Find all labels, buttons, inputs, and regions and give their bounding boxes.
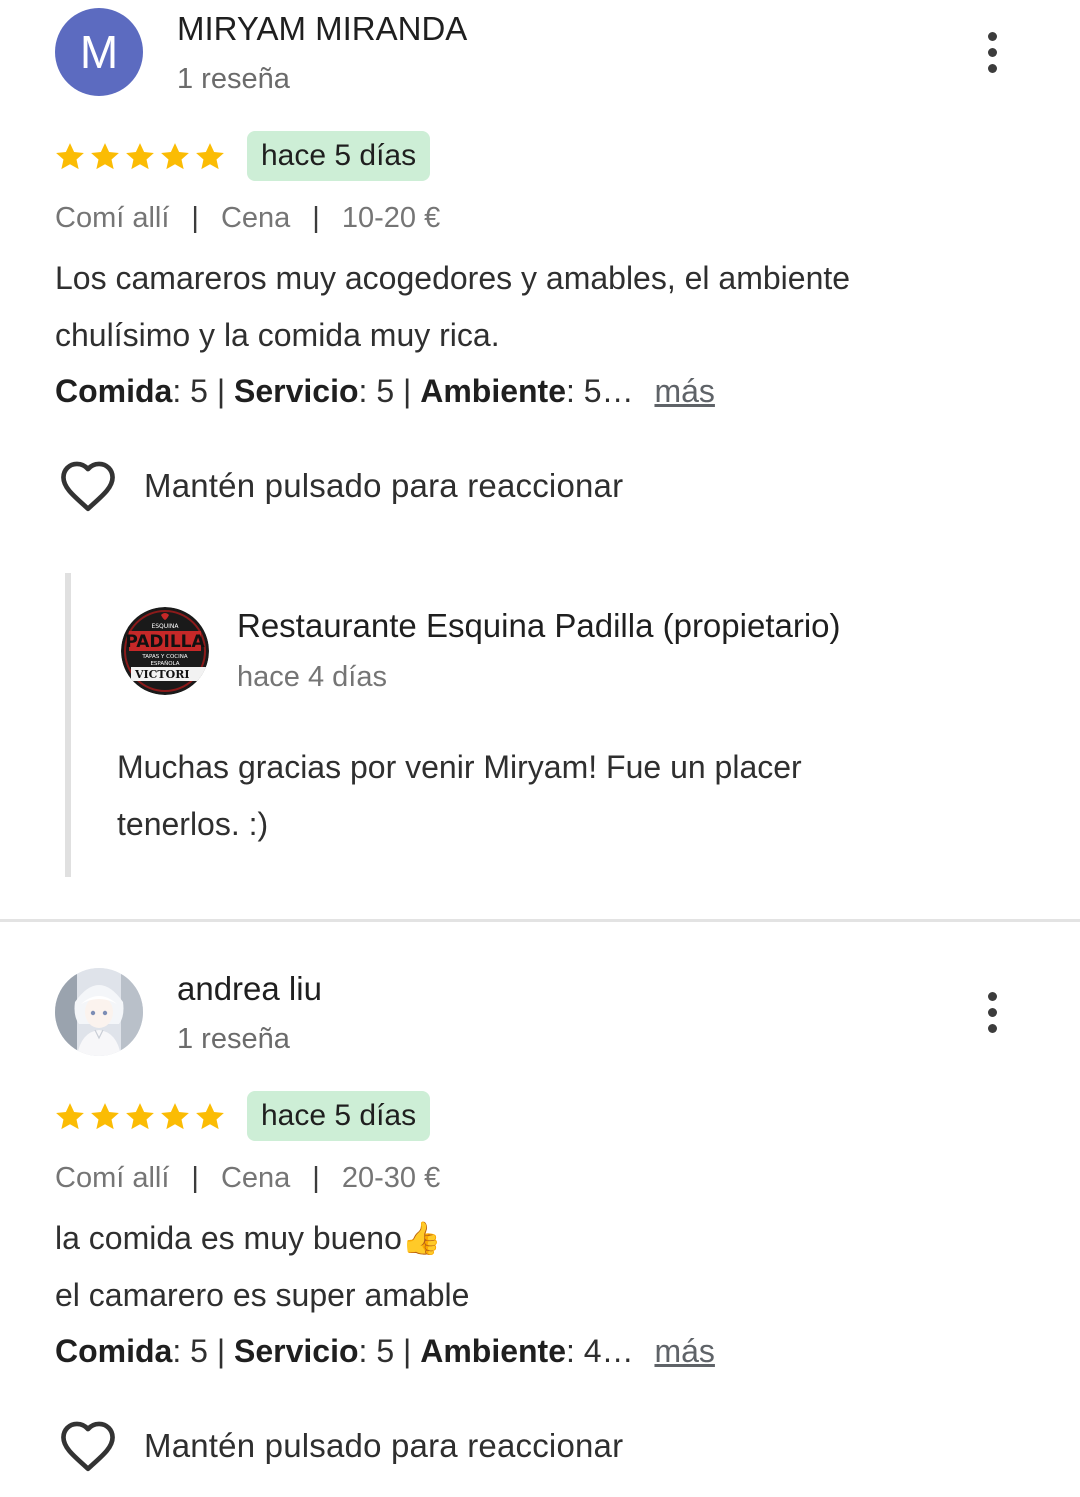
ambience-value: 5… bbox=[583, 373, 634, 409]
more-vert-icon bbox=[987, 31, 997, 41]
restaurant-logo-image: ESQUINA PADILLA TAPAS Y COCINA ESPAÑOLA … bbox=[121, 607, 209, 695]
star-rating bbox=[53, 137, 227, 177]
more-vert-icon bbox=[987, 991, 997, 1001]
ambience-label: Ambiente bbox=[420, 373, 566, 409]
food-value: 5 bbox=[190, 1333, 208, 1369]
svg-text:ESPAÑOLA: ESPAÑOLA bbox=[150, 660, 179, 667]
price-range: 10-20 € bbox=[341, 202, 441, 234]
heart-icon bbox=[61, 1421, 115, 1472]
review-text-line: el camarero es super amable bbox=[55, 1277, 470, 1313]
review-divider bbox=[0, 919, 1080, 922]
star-icon bbox=[196, 143, 224, 170]
service-label: Servicio bbox=[234, 1333, 359, 1369]
review-text-line: la comida es muy bueno👍 bbox=[55, 1220, 442, 1256]
service-label: Servicio bbox=[234, 373, 359, 409]
sub-ratings: Comida: 5 | Servicio: 5 | Ambiente: 4… m… bbox=[55, 1333, 715, 1369]
more-options-button[interactable] bbox=[972, 22, 1012, 82]
review-text: Los camareros muy acogedores y amables, … bbox=[55, 250, 1005, 364]
review-card: M MIRYAM MIRANDA 1 reseña hace 5 días Co… bbox=[0, 0, 1080, 919]
review-text: la comida es muy bueno👍 el camarero es s… bbox=[55, 1210, 1005, 1324]
star-icon bbox=[126, 143, 154, 170]
sub-ratings: Comida: 5 | Servicio: 5 | Ambiente: 5… m… bbox=[55, 373, 715, 409]
visit-type: Comí allí bbox=[55, 1162, 170, 1194]
star-icon bbox=[161, 1103, 189, 1130]
visit-details: Comí allí | Cena | 10-20 € bbox=[55, 202, 440, 235]
avatar-image bbox=[55, 968, 143, 1056]
meal-type: Cena bbox=[220, 1162, 291, 1194]
food-label: Comida bbox=[55, 373, 173, 409]
service-value: 5 bbox=[376, 373, 395, 409]
owner-name[interactable]: Restaurante Esquina Padilla (propietario… bbox=[237, 607, 841, 645]
more-link[interactable]: más bbox=[654, 1333, 714, 1369]
owner-reply-line: Muchas gracias por venir Miryam! Fue un … bbox=[117, 749, 802, 785]
price-range: 20-30 € bbox=[341, 1162, 441, 1194]
svg-text:ESQUINA: ESQUINA bbox=[151, 623, 179, 630]
star-icon bbox=[161, 143, 189, 170]
owner-reply-line: tenerlos. :) bbox=[117, 806, 269, 842]
meal-type: Cena bbox=[220, 202, 291, 234]
react-label: Mantén pulsado para reaccionar bbox=[144, 467, 624, 504]
separator: | bbox=[312, 202, 320, 234]
reviewer-name[interactable]: andrea liu bbox=[177, 970, 322, 1008]
star-rating bbox=[53, 1097, 227, 1137]
food-value: 5 bbox=[190, 373, 208, 409]
owner-reply-text: Muchas gracias por venir Miryam! Fue un … bbox=[117, 739, 802, 853]
review-text-line: chulísimo y la comida muy rica. bbox=[55, 317, 500, 353]
owner-reply: ESQUINA PADILLA TAPAS Y COCINA ESPAÑOLA … bbox=[65, 573, 1031, 877]
separator: | bbox=[191, 1162, 199, 1194]
review-count: 1 reseña bbox=[177, 63, 290, 95]
star-icon bbox=[91, 143, 119, 170]
owner-reply-date: hace 4 días bbox=[237, 661, 387, 693]
star-icon bbox=[126, 1103, 154, 1130]
separator: | bbox=[312, 1162, 320, 1194]
review-date-badge: hace 5 días bbox=[247, 131, 431, 181]
svg-text:TAPAS Y COCINA: TAPAS Y COCINA bbox=[141, 654, 188, 660]
star-icon bbox=[56, 143, 84, 170]
review-text-line: Los camareros muy acogedores y amables, … bbox=[55, 260, 851, 296]
react-label: Mantén pulsado para reaccionar bbox=[144, 1427, 624, 1464]
more-options-button[interactable] bbox=[972, 982, 1012, 1042]
star-icon bbox=[56, 1103, 84, 1130]
heart-icon bbox=[61, 461, 115, 512]
review-count: 1 reseña bbox=[177, 1023, 290, 1055]
react-button[interactable]: Mantén pulsado para reaccionar bbox=[58, 456, 623, 516]
review-date-badge: hace 5 días bbox=[247, 1091, 431, 1141]
review-card: andrea liu 1 reseña hace 5 días Comí all… bbox=[0, 960, 1080, 1497]
separator: | bbox=[191, 202, 199, 234]
svg-text:VICTORI: VICTORI bbox=[134, 668, 190, 681]
service-value: 5 bbox=[376, 1333, 395, 1369]
restaurant-logo[interactable]: ESQUINA PADILLA TAPAS Y COCINA ESPAÑOLA … bbox=[121, 607, 209, 695]
star-icon bbox=[91, 1103, 119, 1130]
visit-type: Comí allí bbox=[55, 202, 170, 234]
ambience-value: 4… bbox=[583, 1333, 634, 1369]
reviewer-name[interactable]: MIRYAM MIRANDA bbox=[177, 10, 467, 48]
star-icon bbox=[196, 1103, 224, 1130]
react-button[interactable]: Mantén pulsado para reaccionar bbox=[58, 1416, 623, 1476]
svg-text:PADILLA: PADILLA bbox=[125, 632, 205, 652]
food-label: Comida bbox=[55, 1333, 173, 1369]
more-link[interactable]: más bbox=[654, 373, 714, 409]
visit-details: Comí allí | Cena | 20-30 € bbox=[55, 1162, 440, 1195]
ambience-label: Ambiente bbox=[420, 1333, 566, 1369]
avatar[interactable] bbox=[55, 968, 143, 1056]
avatar[interactable]: M bbox=[55, 8, 143, 96]
